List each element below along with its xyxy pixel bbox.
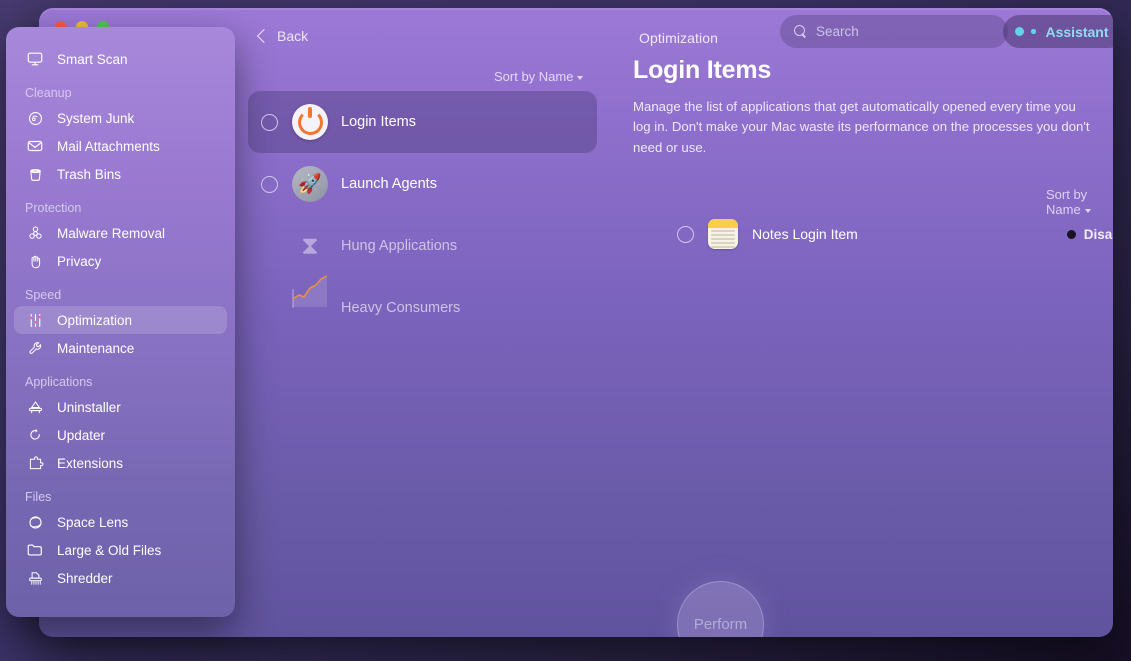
module-label: Hung Applications [341, 238, 458, 254]
perform-label: Perform [693, 616, 748, 633]
sidebar-item-label: Space Lens [57, 514, 129, 530]
rocket-icon: 🚀 [292, 166, 328, 202]
item-name: Notes Login Item [752, 226, 858, 242]
sidebar-group-applications: Applications [25, 375, 93, 389]
trash-icon [25, 164, 45, 184]
search-icon [794, 25, 807, 38]
item-radio[interactable] [677, 225, 694, 243]
status-dot-icon [1066, 229, 1076, 239]
shredder-icon [25, 568, 45, 588]
mail-icon [25, 136, 45, 156]
detail-title: Login Items [633, 56, 772, 84]
assistant-button[interactable]: Assistant [1003, 15, 1113, 48]
table-row[interactable]: Notes Login Item Disabled [677, 215, 1113, 253]
sidebar-item-label: Extensions [57, 455, 124, 471]
sidebar-group-cleanup: Cleanup [25, 86, 72, 100]
assistant-label: Assistant [1045, 23, 1109, 40]
sidebar-item-smart-scan[interactable]: Smart Scan [14, 45, 227, 73]
sidebar-item-large-old-files[interactable]: Large & Old Files [14, 536, 227, 564]
module-list: Login Items 🚀 Launch Agents ⧗ Hung Appli… [248, 91, 597, 339]
sidebar-item-label: Smart Scan [57, 51, 128, 67]
sidebar-item-label: Optimization [57, 312, 133, 328]
biohazard-icon [25, 223, 45, 243]
sidebar-item-label: System Junk [57, 110, 135, 126]
chevron-down-icon [577, 75, 584, 80]
sidebar-item-label: Maintenance [57, 340, 135, 356]
sidebar-item-privacy[interactable]: Privacy [14, 247, 227, 275]
sidebar-item-label: Updater [57, 427, 106, 443]
search-input[interactable]: Search [780, 15, 1008, 48]
chevron-left-icon [256, 28, 272, 44]
modules-sort-control[interactable]: Sort by Name [494, 69, 584, 84]
sidebar-item-label: Shredder [57, 570, 113, 586]
uninstaller-icon [25, 397, 45, 417]
sidebar-item-label: Mail Attachments [57, 138, 160, 154]
module-label: Launch Agents [341, 176, 437, 192]
sidebar-item-malware-removal[interactable]: Malware Removal [14, 219, 227, 247]
sidebar-item-label: Trash Bins [57, 166, 122, 182]
wrench-icon [25, 338, 45, 358]
back-label: Back [277, 28, 309, 44]
module-radio[interactable] [261, 175, 278, 193]
notes-icon [708, 219, 738, 249]
modules-sort-label: Sort by Name [494, 69, 574, 84]
sidebar-item-uninstaller[interactable]: Uninstaller [14, 393, 227, 421]
module-row-login-items[interactable]: Login Items [248, 91, 597, 153]
hourglass-icon: ⧗ [301, 231, 319, 260]
sliders-icon [25, 310, 45, 330]
sidebar-item-space-lens[interactable]: Space Lens [14, 508, 227, 536]
assistant-dot-large-icon [1015, 27, 1024, 36]
chevron-down-icon [1084, 208, 1091, 213]
module-row-heavy-consumers[interactable]: Heavy Consumers [248, 275, 597, 339]
detail-panel: Login Items Manage the list of applicati… [633, 56, 1103, 158]
module-row-launch-agents[interactable]: 🚀 Launch Agents [248, 153, 597, 215]
sidebar-item-mail-attachments[interactable]: Mail Attachments [14, 132, 227, 160]
sidebar-item-label: Privacy [57, 253, 102, 269]
status-label: Disabled [1083, 226, 1113, 242]
search-placeholder: Search [816, 24, 859, 39]
detail-sort-label: Sort by Name [1046, 187, 1088, 217]
detail-description: Manage the list of applications that get… [633, 99, 1090, 155]
system-junk-icon [25, 108, 45, 128]
sidebar-item-updater[interactable]: Updater [14, 421, 227, 449]
smart-scan-icon [25, 49, 45, 69]
sidebar-item-label: Uninstaller [57, 399, 121, 415]
page-title: Optimization [639, 30, 719, 46]
folder-icon [25, 540, 45, 560]
sidebar-item-optimization[interactable]: Optimization [14, 306, 227, 334]
sidebar-item-label: Malware Removal [57, 225, 166, 241]
sidebar-item-trash-bins[interactable]: Trash Bins [14, 160, 227, 188]
sidebar-item-maintenance[interactable]: Maintenance [14, 334, 227, 362]
sidebar-group-protection: Protection [25, 201, 82, 215]
sidebar-item-label: Large & Old Files [57, 542, 162, 558]
screen: Back Optimization Search Assistant Sort … [0, 0, 1131, 661]
module-label: Login Items [341, 114, 416, 130]
perform-button[interactable]: Perform [677, 581, 764, 637]
sidebar-item-shredder[interactable]: Shredder [14, 564, 227, 592]
power-icon [292, 104, 328, 140]
puzzle-icon [25, 453, 45, 473]
module-label: Heavy Consumers [341, 300, 461, 316]
sidebar-group-speed: Speed [25, 288, 62, 302]
module-radio[interactable] [261, 113, 278, 131]
assistant-dot-small-icon [1031, 29, 1036, 34]
hand-icon [25, 251, 45, 271]
back-button[interactable]: Back [256, 28, 309, 44]
status-badge: Disabled [1066, 226, 1113, 242]
sidebar-group-files: Files [25, 490, 52, 504]
sidebar: Smart Scan Cleanup System Junk Mail Atta… [6, 27, 235, 617]
space-lens-icon [25, 512, 45, 532]
chart-icon [292, 275, 328, 326]
sidebar-item-extensions[interactable]: Extensions [14, 449, 227, 477]
module-row-hung-applications[interactable]: ⧗ Hung Applications [248, 215, 597, 277]
detail-sort-control[interactable]: Sort by Name [1046, 187, 1113, 217]
sidebar-item-system-junk[interactable]: System Junk [14, 104, 227, 132]
updater-icon [25, 425, 45, 445]
